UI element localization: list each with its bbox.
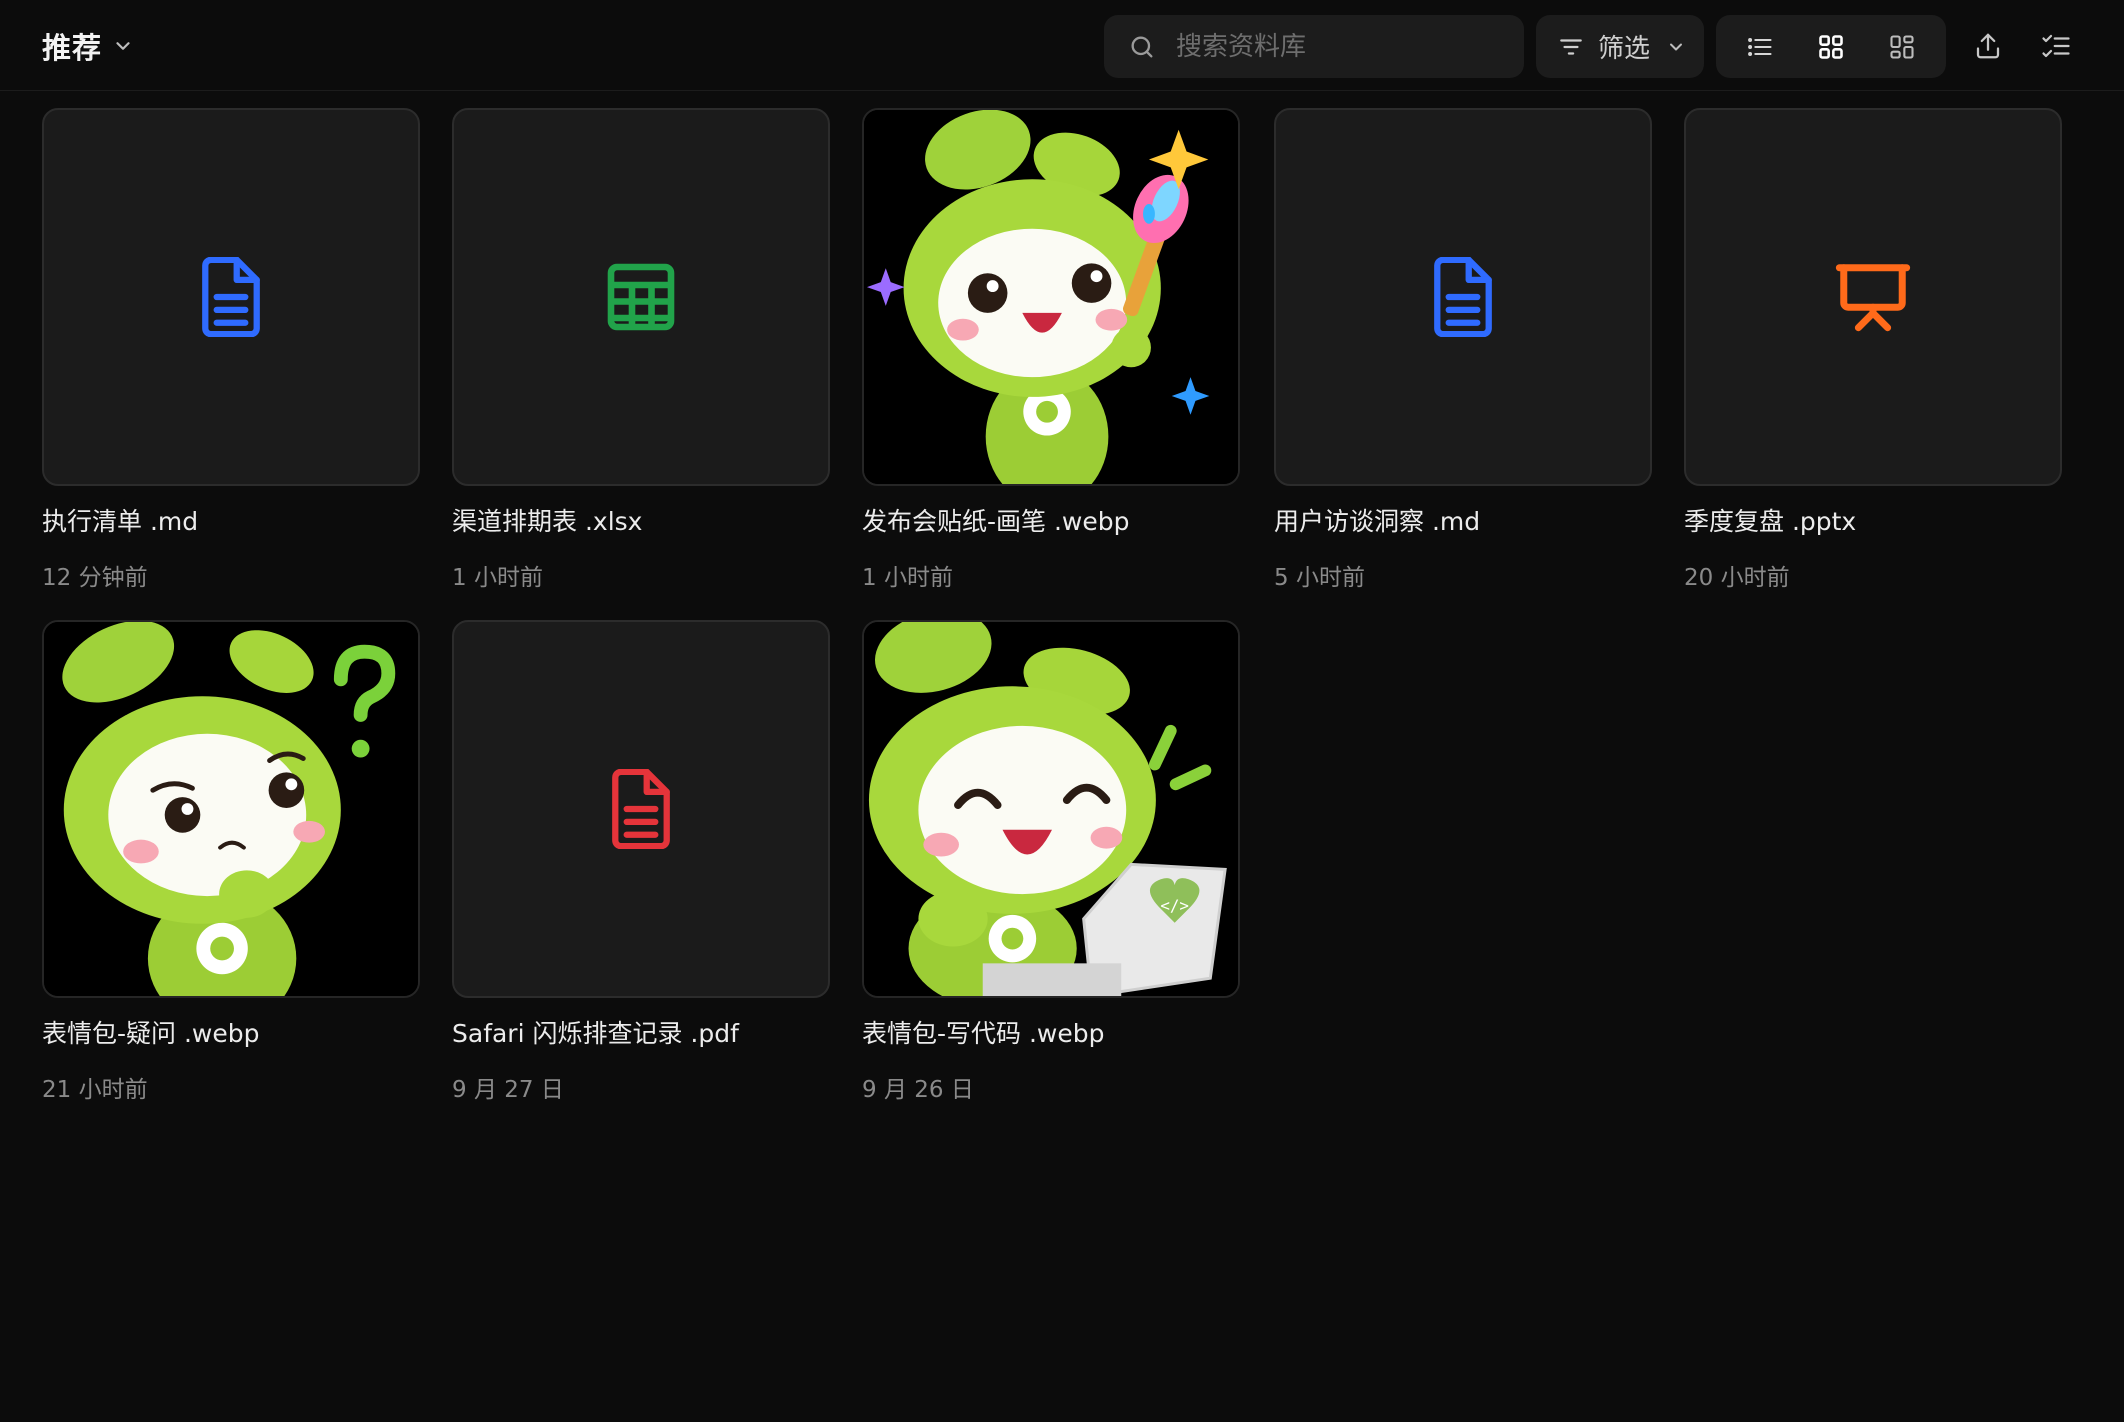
file-name: 季度复盘 .pptx: [1684, 507, 1857, 536]
file-modified-time: 20 小时前: [1684, 565, 1790, 591]
file-modified-time: 12 分钟前: [42, 565, 148, 591]
file-card[interactable]: 用户访谈洞察 .md 5 小时前: [1274, 108, 1652, 592]
file-card[interactable]: 季度复盘 .pptx 20 小时前: [1684, 108, 2062, 592]
select-mode-button[interactable]: [2030, 20, 2082, 72]
document-icon: [1428, 257, 1498, 337]
spreadsheet-icon: [605, 261, 677, 333]
file-thumbnail[interactable]: [452, 108, 830, 486]
file-thumbnail[interactable]: [42, 620, 420, 998]
file-name: 表情包-疑问 .webp: [42, 1019, 260, 1048]
gallery-icon: [1888, 33, 1916, 61]
file-card[interactable]: Safari 闪烁排查记录 .pdf 9 月 27 日: [452, 620, 830, 1104]
pdf-document-icon: [606, 769, 676, 849]
file-name: 表情包-写代码 .webp: [862, 1019, 1105, 1048]
grid-view-button[interactable]: [1800, 22, 1862, 72]
file-name: 用户访谈洞察 .md: [1274, 507, 1481, 536]
mascot-laptop-image: </>: [864, 622, 1238, 996]
svg-text:</>: </>: [1160, 896, 1189, 915]
file-card[interactable]: 渠道排期表 .xlsx 1 小时前: [452, 108, 830, 592]
file-name: Safari 闪烁排查记录 .pdf: [452, 1019, 739, 1048]
grid-icon: [1817, 33, 1845, 61]
file-modified-time: 9 月 26 日: [862, 1077, 974, 1103]
file-card[interactable]: 发布会贴纸-画笔 .webp 1 小时前: [862, 108, 1240, 592]
chevron-down-icon: [112, 35, 134, 57]
file-name: 发布会贴纸-画笔 .webp: [862, 507, 1130, 536]
checklist-icon: [2041, 31, 2071, 61]
search-input[interactable]: [1174, 30, 1498, 63]
file-card[interactable]: 执行清单 .md 12 分钟前: [42, 108, 420, 592]
file-card[interactable]: </> 表情包-写代码 .webp 9 月 26 日: [862, 620, 1240, 1104]
upload-icon: [1973, 31, 2003, 61]
file-modified-time: 9 月 27 日: [452, 1077, 564, 1103]
document-icon: [196, 257, 266, 337]
gallery-view-button[interactable]: [1871, 22, 1933, 72]
list-icon: [1746, 33, 1774, 61]
presentation-icon: [1835, 261, 1911, 333]
mascot-question-image: [44, 622, 418, 996]
chevron-down-icon: [1666, 37, 1686, 57]
filter-button[interactable]: 筛选: [1536, 15, 1704, 78]
file-thumbnail[interactable]: [1274, 108, 1652, 486]
file-thumbnail[interactable]: [1684, 108, 2062, 486]
search-icon: [1128, 33, 1156, 61]
file-card[interactable]: 表情包-疑问 .webp 21 小时前: [42, 620, 420, 1104]
section-dropdown[interactable]: 推荐: [42, 20, 134, 72]
file-modified-time: 21 小时前: [42, 1077, 148, 1103]
file-thumbnail[interactable]: </>: [862, 620, 1240, 998]
file-modified-time: 1 小时前: [452, 565, 543, 591]
top-bar: 推荐 筛选: [0, 0, 2124, 91]
list-view-button[interactable]: [1729, 22, 1791, 72]
file-thumbnail[interactable]: [452, 620, 830, 998]
upload-button[interactable]: [1962, 20, 2014, 72]
filter-label: 筛选: [1598, 34, 1651, 64]
view-mode-toggle: [1716, 15, 1946, 78]
file-modified-time: 1 小时前: [862, 565, 953, 591]
file-name: 执行清单 .md: [42, 507, 199, 536]
file-modified-time: 5 小时前: [1274, 565, 1365, 591]
file-name: 渠道排期表 .xlsx: [452, 507, 643, 536]
file-thumbnail[interactable]: [42, 108, 420, 486]
section-title: 推荐: [42, 31, 103, 65]
filter-icon: [1558, 34, 1584, 60]
search-box[interactable]: [1104, 15, 1524, 78]
file-thumbnail[interactable]: [862, 108, 1240, 486]
mascot-paintbrush-image: [864, 110, 1238, 484]
